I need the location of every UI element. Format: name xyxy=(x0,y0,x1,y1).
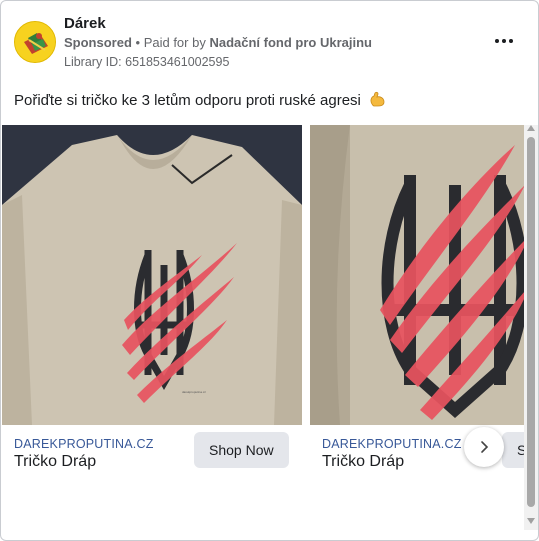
slide-domain[interactable]: DAREKPROPUTINA.CZ xyxy=(322,437,462,451)
page-name[interactable]: Dárek xyxy=(64,15,106,32)
meta-separator: • xyxy=(131,35,144,50)
carousel-next-button[interactable] xyxy=(464,427,504,467)
funder-name[interactable]: Nadační fond pro Ukrajinu xyxy=(209,35,372,50)
scroll-down-arrow-icon[interactable] xyxy=(527,518,535,524)
flexed-biceps-emoji xyxy=(369,91,386,107)
ad-body-copy: Pořiďte si tričko ke 3 letům odporu prot… xyxy=(14,92,361,109)
slide-domain[interactable]: DAREKPROPUTINA.CZ xyxy=(14,437,154,451)
sponsored-line: Sponsored • Paid for by Nadační fond pro… xyxy=(64,35,372,50)
product-carousel: darekproputina.cz DAREKPROPUTINA.CZ Trič… xyxy=(2,125,524,495)
product-image-tshirt-front[interactable]: darekproputina.cz xyxy=(2,125,302,425)
scroll-thumb[interactable] xyxy=(527,137,535,507)
slide-title[interactable]: Tričko Dráp xyxy=(14,453,96,471)
paid-for-by-prefix: Paid for by xyxy=(143,35,210,50)
ad-card: Dárek Sponsored • Paid for by Nadační fo… xyxy=(0,0,539,541)
carousel-card[interactable]: darekproputina.cz DAREKPROPUTINA.CZ Trič… xyxy=(2,125,302,495)
scroll-up-arrow-icon[interactable] xyxy=(527,125,535,131)
more-dot xyxy=(509,39,513,43)
slide-title[interactable]: Tričko Dráp xyxy=(322,453,404,471)
sponsored-label: Sponsored xyxy=(64,35,132,50)
shop-now-button[interactable]: Shop Now xyxy=(194,432,289,468)
shop-now-button[interactable]: Shop Now xyxy=(502,432,524,468)
more-horizontal-icon xyxy=(495,39,499,43)
product-image-tshirt-closeup[interactable] xyxy=(310,125,524,425)
ad-body-text: Pořiďte si tričko ke 3 letům odporu prot… xyxy=(14,91,386,109)
chevron-right-icon xyxy=(481,441,489,453)
library-id: Library ID: 651853461002595 xyxy=(64,55,230,69)
more-options-button[interactable] xyxy=(492,31,516,51)
page-avatar[interactable] xyxy=(14,21,56,63)
vertical-scrollbar[interactable] xyxy=(524,125,538,530)
gift-logo-icon xyxy=(15,22,55,62)
more-dot xyxy=(502,39,506,43)
svg-text:darekproputina.cz: darekproputina.cz xyxy=(182,390,206,394)
